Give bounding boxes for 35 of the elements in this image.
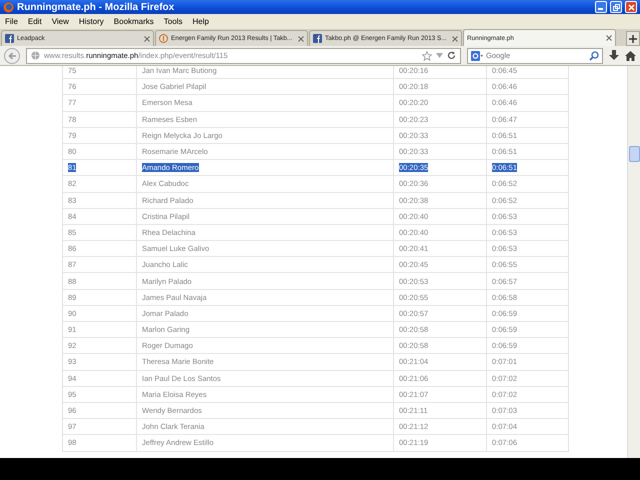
new-tab-button[interactable]	[626, 31, 640, 46]
menu-item[interactable]: Tools	[164, 17, 182, 26]
scrollbar[interactable]	[627, 66, 640, 458]
close-icon[interactable]	[452, 36, 458, 42]
menu-item[interactable]: Edit	[28, 17, 42, 26]
download-arrow-icon	[609, 50, 619, 61]
menu-item[interactable]: History	[78, 17, 104, 26]
search-icon[interactable]	[589, 50, 599, 60]
minimize-button[interactable]	[595, 1, 607, 13]
dropdown-icon[interactable]	[436, 53, 443, 58]
close-icon[interactable]	[606, 35, 612, 41]
star-icon[interactable]	[422, 50, 432, 60]
scroll-thumb[interactable]	[629, 146, 640, 162]
plus-icon	[629, 34, 637, 42]
facebook-icon	[5, 34, 14, 43]
home-button[interactable]	[625, 50, 636, 60]
back-arrow-icon	[8, 52, 16, 60]
restore-button[interactable]	[610, 1, 622, 13]
window-title: Runningmate.ph - Mozilla Firefox	[17, 2, 176, 12]
firefox-icon	[3, 2, 14, 12]
restore-icon	[612, 4, 620, 10]
globe-icon	[31, 51, 40, 60]
close-icon	[628, 4, 634, 10]
close-icon[interactable]	[298, 36, 304, 42]
facebook-icon	[313, 34, 322, 43]
home-icon	[625, 50, 636, 60]
menu-item[interactable]: File	[5, 17, 18, 26]
close-icon[interactable]	[144, 36, 150, 42]
menu-item[interactable]: Help	[192, 17, 209, 26]
back-button[interactable]	[4, 48, 20, 64]
close-button[interactable]	[625, 1, 637, 13]
reload-icon[interactable]	[447, 51, 456, 60]
menu-item[interactable]: Bookmarks	[114, 17, 154, 26]
download-button[interactable]	[609, 50, 619, 61]
menu-item[interactable]: View	[52, 17, 69, 26]
